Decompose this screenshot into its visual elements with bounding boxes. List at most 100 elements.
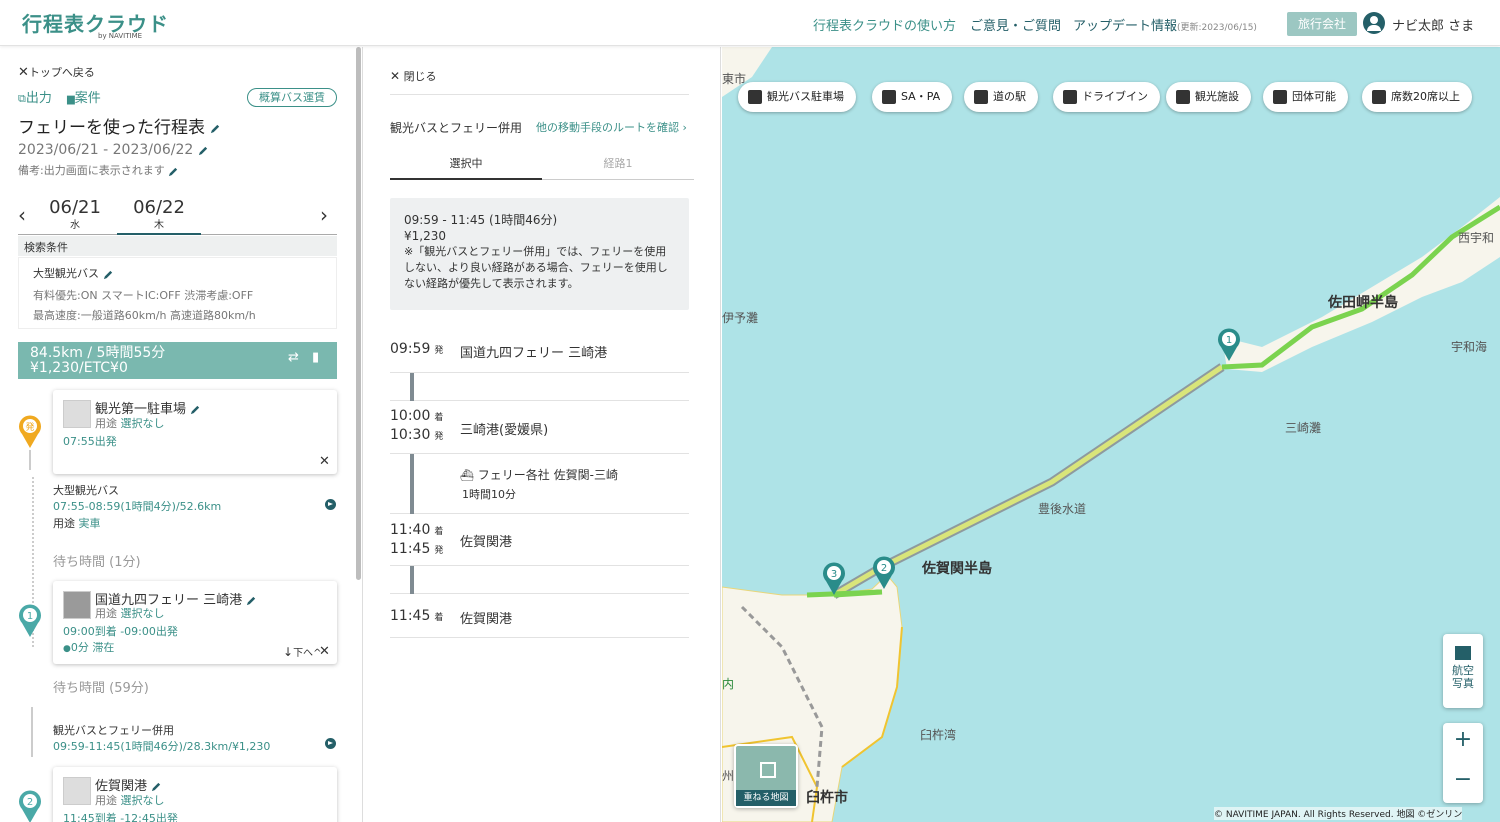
date-range[interactable]: 2023/06/21 - 2023/06/22 <box>18 142 209 158</box>
stop-thumbnail <box>63 591 91 619</box>
remarks-text: 備考:出力画面に表示されます <box>18 164 165 177</box>
next-day-icon[interactable]: › <box>320 203 328 227</box>
map-label: 内 <box>722 677 735 691</box>
stop-card[interactable]: 観光第一駐車場 用途 選択なし 07:55出発 ✕ <box>53 390 337 474</box>
nav-update[interactable]: アップデート情報(更新:2023/06/15) <box>1073 15 1257 34</box>
day-2-dow: 木 <box>154 220 164 231</box>
remarks[interactable]: 備考:出力画面に表示されます <box>18 162 179 178</box>
stop-card[interactable]: 佐賀関港 用途 選択なし 11:45到着 -12:45出発 <box>53 767 337 822</box>
step-station: 佐賀関港 <box>460 535 513 550</box>
logo-text: 行程表クラウド <box>22 12 169 36</box>
move-down-label: 下へ <box>293 648 314 659</box>
remove-icon[interactable]: ✕ <box>319 644 330 659</box>
zoom-in-icon[interactable]: + <box>1443 727 1483 752</box>
nav-feedback[interactable]: ご意見・ご質問 <box>970 15 1061 34</box>
day-2-date: 06/22 <box>133 197 185 218</box>
leg-detail-arrow-icon[interactable] <box>325 738 336 749</box>
chip-label: ドライブイン <box>1082 90 1148 103</box>
leg-detail-arrow-icon[interactable] <box>325 499 336 510</box>
filter-tourist-facility[interactable]: 観光施設 <box>1166 82 1251 112</box>
filter-group[interactable]: 団体可能 <box>1263 82 1348 112</box>
stop-thumbnail <box>63 400 91 428</box>
route-info-box: 09:59 - 11:45 (1時間46分) ¥1,230 ※「観光バスとフェリ… <box>390 198 689 310</box>
filter-bus-parking[interactable]: 観光バス駐車場 <box>738 82 856 112</box>
leg-use: 用途 実車 <box>53 515 101 531</box>
vehicle-label: 大型観光バス <box>33 267 99 280</box>
day-tab-2[interactable]: 06/22 木 <box>117 197 201 235</box>
stop-time[interactable]: 09:00到着 -09:00出発 <box>63 623 178 639</box>
output-label: 出力 <box>25 91 52 106</box>
map-marker-icon[interactable]: 1 <box>1217 327 1241 361</box>
search-conditions-header: 検索条件 <box>18 236 337 256</box>
back-link[interactable]: ✕トップへ戻る <box>18 64 95 80</box>
marker-label: 1 <box>1226 335 1232 346</box>
leg-detail[interactable]: 07:55-08:59(1時間4分)/52.6km <box>53 498 221 514</box>
use-value[interactable]: 選択なし <box>121 607 165 620</box>
stay-time[interactable]: ●0分 滞在 <box>63 639 114 655</box>
case-button[interactable]: ▆案件 <box>67 87 101 106</box>
stop-use: 用途 選択なし <box>95 415 165 431</box>
route-info-fare: ¥1,230 <box>404 229 446 243</box>
day-1-dow: 水 <box>70 220 80 231</box>
map-marker-icon[interactable]: 2 <box>872 555 896 589</box>
close-label: 閉じる <box>403 70 437 83</box>
aerial-photo-button[interactable]: 航空写真 <box>1443 634 1483 708</box>
app-logo[interactable]: 行程表クラウド by NAVITIME <box>22 8 169 40</box>
leg-use-value[interactable]: 実車 <box>79 517 101 530</box>
user-name[interactable]: ナビ太郎 さま <box>1392 15 1474 34</box>
filter-drivein[interactable]: ドライブイン <box>1053 82 1160 112</box>
step-time: 11:45 着 <box>390 608 443 624</box>
tab-route1[interactable]: 経路1 <box>542 155 694 180</box>
agency-badge[interactable]: 旅行会社 <box>1287 12 1357 36</box>
nav-howto[interactable]: 行程表クラウドの使い方 <box>813 15 956 34</box>
leg-detail[interactable]: 09:59-11:45(1時間46分)/28.3km/¥1,230 <box>53 738 270 754</box>
output-button[interactable]: ⧉出力 <box>18 87 52 106</box>
use-value[interactable]: 選択なし <box>121 794 165 807</box>
stop-time[interactable]: 11:45到着 -12:45出発 <box>63 810 178 822</box>
logo-sub: by NAVITIME <box>98 32 143 40</box>
move-down-button[interactable]: ↓下へ^ <box>283 644 321 659</box>
remove-icon[interactable]: ✕ <box>319 454 330 469</box>
use-value[interactable]: 選択なし <box>121 417 165 430</box>
map-marker-icon[interactable]: 3 <box>822 561 846 595</box>
route-segment: ⛴ フェリー各社 佐賀関-三崎 1時間10分 <box>390 454 689 514</box>
prev-day-icon[interactable]: ‹ <box>18 203 26 227</box>
overlay-map-button[interactable]: 重ねる地図 <box>734 744 798 808</box>
fare-pill-button[interactable]: 概算バス運賃 <box>247 88 337 107</box>
other-route-link[interactable]: 他の移動手段のルートを確認 › <box>536 119 687 135</box>
swap-icon[interactable]: ⇄ <box>288 350 299 365</box>
map-view[interactable]: 観光バス駐車場 SA・PA 道の駅 ドライブイン 観光施設 団体可能 席数20席… <box>722 47 1500 822</box>
user-icon[interactable] <box>1363 12 1385 34</box>
leg-name: 観光バスとフェリー併用 <box>53 724 174 737</box>
michinoeki-icon <box>974 90 988 104</box>
waypoint-pin-label: 1 <box>27 611 33 622</box>
tab-selected[interactable]: 選択中 <box>390 155 542 180</box>
close-button[interactable]: ✕ 閉じる <box>390 68 437 84</box>
zoom-out-icon[interactable]: − <box>1443 767 1483 792</box>
filter-michinoeki[interactable]: 道の駅 <box>964 82 1038 112</box>
leg-use-label: 用途 <box>53 517 75 530</box>
map-copyright: © NAVITIME JAPAN. All Rights Reserved. 地… <box>1214 807 1463 820</box>
filter-sapa[interactable]: SA・PA <box>872 82 953 112</box>
scrollbar[interactable] <box>356 47 361 580</box>
use-label: 用途 <box>95 794 117 807</box>
nav-update-date: (更新:2023/06/15) <box>1177 23 1257 33</box>
trash-icon[interactable]: ▮ <box>312 350 319 365</box>
edit-icon <box>152 782 161 792</box>
stop-use: 用途 選択なし <box>95 792 165 808</box>
overlay-label: 重ねる地図 <box>736 790 796 806</box>
timeline-line <box>31 707 33 757</box>
chip-label: 観光施設 <box>1195 90 1239 103</box>
wait-time: 待ち時間 (59分) <box>53 681 149 696</box>
step-time-value: 11:45 <box>390 608 431 624</box>
day-tab-1[interactable]: 06/21 水 <box>46 197 104 231</box>
summary-distance: 84.5km / 5時間55分 <box>30 345 166 361</box>
filter-seats[interactable]: 席数20席以上 <box>1362 82 1472 112</box>
start-pin-icon: 発 <box>19 415 41 448</box>
step-time-kind: 着 <box>434 413 444 423</box>
vehicle-type[interactable]: 大型観光バス <box>33 265 114 281</box>
stop-time[interactable]: 07:55出発 <box>63 433 117 449</box>
stop-card[interactable]: 国道九四フェリー 三崎港 用途 選択なし 09:00到着 -09:00出発 ●0… <box>53 581 337 664</box>
itinerary-panel: ✕トップへ戻る ⧉出力 ▆案件 概算バス運賃 フェリーを使った行程表 2023/… <box>0 47 355 822</box>
itinerary-title[interactable]: フェリーを使った行程表 <box>18 113 221 138</box>
